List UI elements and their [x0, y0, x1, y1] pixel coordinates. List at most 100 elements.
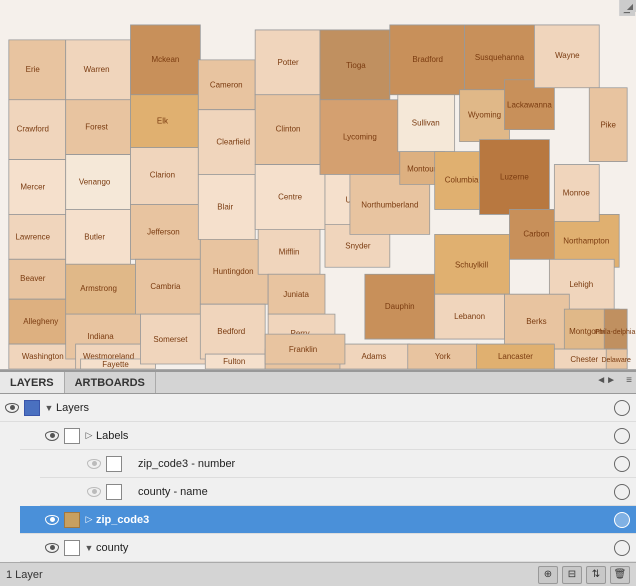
svg-text:Blair: Blair: [217, 202, 233, 211]
layer-target-county-name[interactable]: [614, 484, 630, 500]
svg-text:Huntingdon: Huntingdon: [213, 267, 254, 276]
svg-text:Tioga: Tioga: [346, 61, 366, 70]
svg-text:Centre: Centre: [278, 192, 302, 201]
svg-text:Luzerne: Luzerne: [500, 173, 529, 182]
expand-arrow-zip-number: [124, 457, 138, 471]
layer-target-labels[interactable]: [614, 428, 630, 444]
panel-body: ▼ Layers ▷ Labels zip_code3 - number: [0, 394, 636, 562]
svg-text:Butler: Butler: [84, 232, 105, 241]
footer-actions: ⊕ ⊟ ⇅ 🗑: [538, 566, 630, 584]
svg-text:Forest: Forest: [85, 123, 108, 132]
svg-text:Lancaster: Lancaster: [498, 352, 533, 361]
layer-row-county[interactable]: ▼ county: [20, 534, 636, 562]
panel-menu-button[interactable]: ≡: [626, 375, 632, 386]
svg-text:Mifflin: Mifflin: [279, 247, 300, 256]
layer-row-layers[interactable]: ▼ Layers: [0, 394, 636, 422]
expand-arrow-zip-code3[interactable]: ▷: [82, 513, 96, 527]
resize-handle[interactable]: ◢: [624, 0, 636, 12]
layers-panel: LAYERS ARTBOARDS ◄► ≡ ▼ Layers ▷ Labels: [0, 370, 636, 586]
visibility-icon-zip-code3[interactable]: [42, 510, 62, 530]
layer-name-labels: Labels: [96, 430, 614, 442]
svg-text:Venango: Venango: [79, 177, 111, 186]
svg-text:Jefferson: Jefferson: [147, 227, 180, 236]
visibility-icon-layers[interactable]: [2, 398, 22, 418]
layer-name-zip-code3: zip_code3: [96, 514, 614, 526]
svg-text:Phila-delphia: Phila-delphia: [595, 329, 635, 336]
svg-text:Columbia: Columbia: [445, 176, 479, 185]
tab-layers[interactable]: LAYERS: [0, 372, 65, 393]
svg-text:Lycoming: Lycoming: [343, 133, 377, 142]
expand-arrow-layers[interactable]: ▼: [42, 401, 56, 415]
layer-target-zip-code3[interactable]: [614, 512, 630, 528]
svg-text:Cameron: Cameron: [210, 81, 243, 90]
svg-text:Clearfield: Clearfield: [216, 138, 250, 147]
svg-text:Lackawanna: Lackawanna: [507, 101, 552, 110]
delete-layer-button[interactable]: ⊟: [562, 566, 582, 584]
tab-artboards[interactable]: ARTBOARDS: [65, 372, 156, 393]
layer-target-zip-number[interactable]: [614, 456, 630, 472]
svg-text:Lebanon: Lebanon: [454, 312, 485, 321]
layer-target-county[interactable]: [614, 540, 630, 556]
visibility-icon-labels[interactable]: [42, 426, 62, 446]
map-area: ◢ Erie Crawford Mercer Lawrence Beaver A…: [0, 0, 636, 370]
panel-collapse-button[interactable]: ◄►: [596, 375, 616, 386]
layer-name-zip-number: zip_code3 - number: [138, 458, 614, 470]
svg-text:Warren: Warren: [84, 65, 110, 74]
layer-name-layers: Layers: [56, 402, 614, 414]
svg-text:Potter: Potter: [277, 58, 299, 67]
svg-text:Elk: Elk: [157, 117, 168, 126]
layer-name-county-name: county - name: [138, 486, 614, 498]
layer-row-labels[interactable]: ▷ Labels: [20, 422, 636, 450]
svg-text:Delaware: Delaware: [601, 357, 631, 364]
svg-text:Fayette: Fayette: [102, 360, 129, 369]
svg-text:Northampton: Northampton: [563, 236, 609, 245]
layer-count-text: 1 Layer: [6, 569, 538, 581]
svg-text:Clarion: Clarion: [150, 171, 175, 180]
svg-text:Clinton: Clinton: [276, 125, 301, 134]
visibility-icon-county[interactable]: [42, 538, 62, 558]
svg-text:Northumberland: Northumberland: [361, 200, 418, 209]
svg-text:Bradford: Bradford: [412, 55, 443, 64]
svg-text:Dauphin: Dauphin: [385, 302, 415, 311]
add-layer-button[interactable]: ⊕: [538, 566, 558, 584]
svg-text:Sullivan: Sullivan: [412, 119, 440, 128]
svg-text:Franklin: Franklin: [289, 345, 317, 354]
svg-text:Somerset: Somerset: [153, 335, 188, 344]
panel-tabs: LAYERS ARTBOARDS ◄► ≡: [0, 372, 636, 394]
color-swatch-labels: [64, 428, 80, 444]
expand-arrow-county-name: [124, 485, 138, 499]
color-swatch-county-name: [106, 484, 122, 500]
svg-text:Susquehanna: Susquehanna: [475, 53, 525, 62]
svg-text:Snyder: Snyder: [345, 241, 371, 250]
svg-text:Bedford: Bedford: [217, 327, 245, 336]
color-swatch-zip-code3: [64, 512, 80, 528]
svg-text:Allegheny: Allegheny: [23, 317, 58, 326]
svg-text:Indiana: Indiana: [88, 332, 115, 341]
layer-row-zip-code3[interactable]: ▷ zip_code3: [20, 506, 636, 534]
svg-text:Adams: Adams: [361, 352, 386, 361]
svg-text:Wayne: Wayne: [555, 51, 580, 60]
color-swatch-county: [64, 540, 80, 556]
visibility-icon-zip-number[interactable]: [84, 454, 104, 474]
svg-text:Lehigh: Lehigh: [569, 280, 593, 289]
expand-arrow-county[interactable]: ▼: [82, 541, 96, 555]
svg-text:Lawrence: Lawrence: [15, 232, 50, 241]
svg-text:Berks: Berks: [526, 317, 546, 326]
svg-text:Schuylkill: Schuylkill: [455, 260, 488, 269]
layer-target-layers[interactable]: [614, 400, 630, 416]
svg-text:Armstrong: Armstrong: [80, 284, 117, 293]
layer-row-county-name[interactable]: county - name: [40, 478, 636, 506]
trash-button[interactable]: 🗑: [610, 566, 630, 584]
svg-text:Pike: Pike: [600, 121, 616, 130]
svg-text:Chester: Chester: [570, 355, 598, 364]
svg-text:Mercer: Mercer: [20, 182, 45, 191]
svg-text:Erie: Erie: [26, 65, 41, 74]
svg-text:Beaver: Beaver: [20, 274, 46, 283]
svg-text:Fulton: Fulton: [223, 357, 245, 366]
color-swatch-layers: [24, 400, 40, 416]
visibility-icon-county-name[interactable]: [84, 482, 104, 502]
layer-row-zip-number[interactable]: zip_code3 - number: [40, 450, 636, 478]
pennsylvania-map: Erie Crawford Mercer Lawrence Beaver All…: [0, 0, 636, 369]
expand-arrow-labels[interactable]: ▷: [82, 429, 96, 443]
move-layer-button[interactable]: ⇅: [586, 566, 606, 584]
